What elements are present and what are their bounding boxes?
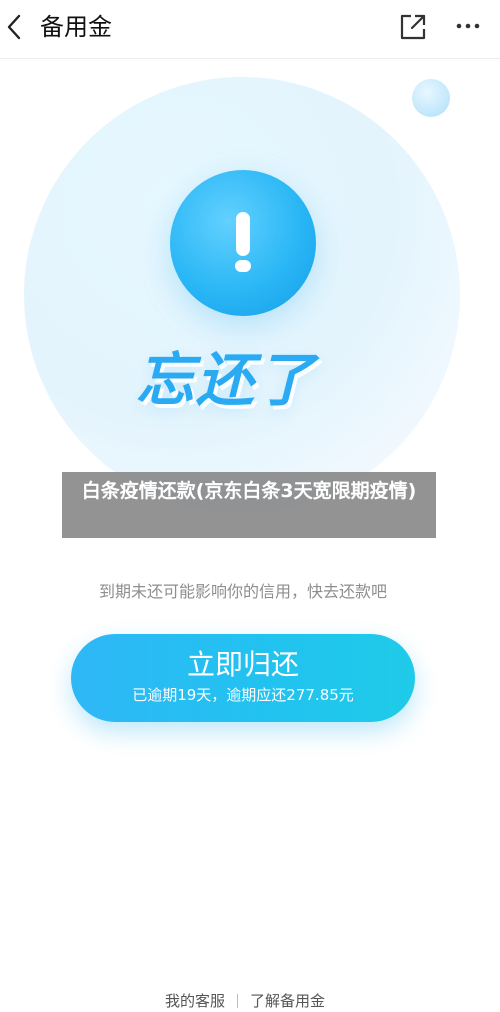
repay-now-button[interactable]: 立即归还 已逾期19天，逾期应还277.85元 [71,634,415,722]
small-bubble [412,79,450,117]
credit-warning-text: 到期未还可能影响你的信用，快去还款吧 [98,582,387,601]
forgot-headline: 忘还了 [136,346,317,414]
footer-divider [237,994,238,1008]
customer-service-link[interactable]: 我的客服 [165,992,225,1010]
exclamation-bar [236,212,250,256]
exclamation-dot [235,260,251,272]
chevron-left-icon[interactable] [3,11,25,43]
more-dots-icon[interactable] [455,18,481,34]
share-external-icon[interactable] [398,12,428,42]
page-title: 备用金 [40,13,112,41]
overdue-amount-text: 已逾期19天，逾期应还277.85元 [132,686,354,704]
caption-overlay: 白条疫情还款(京东白条3天宽限期疫情) [62,472,436,538]
footer-links: 我的客服 了解备用金 [0,990,490,1012]
learn-more-link[interactable]: 了解备用金 [250,992,325,1010]
repay-button-label: 立即归还 [186,648,299,681]
top-bar: 备用金 [0,0,500,59]
